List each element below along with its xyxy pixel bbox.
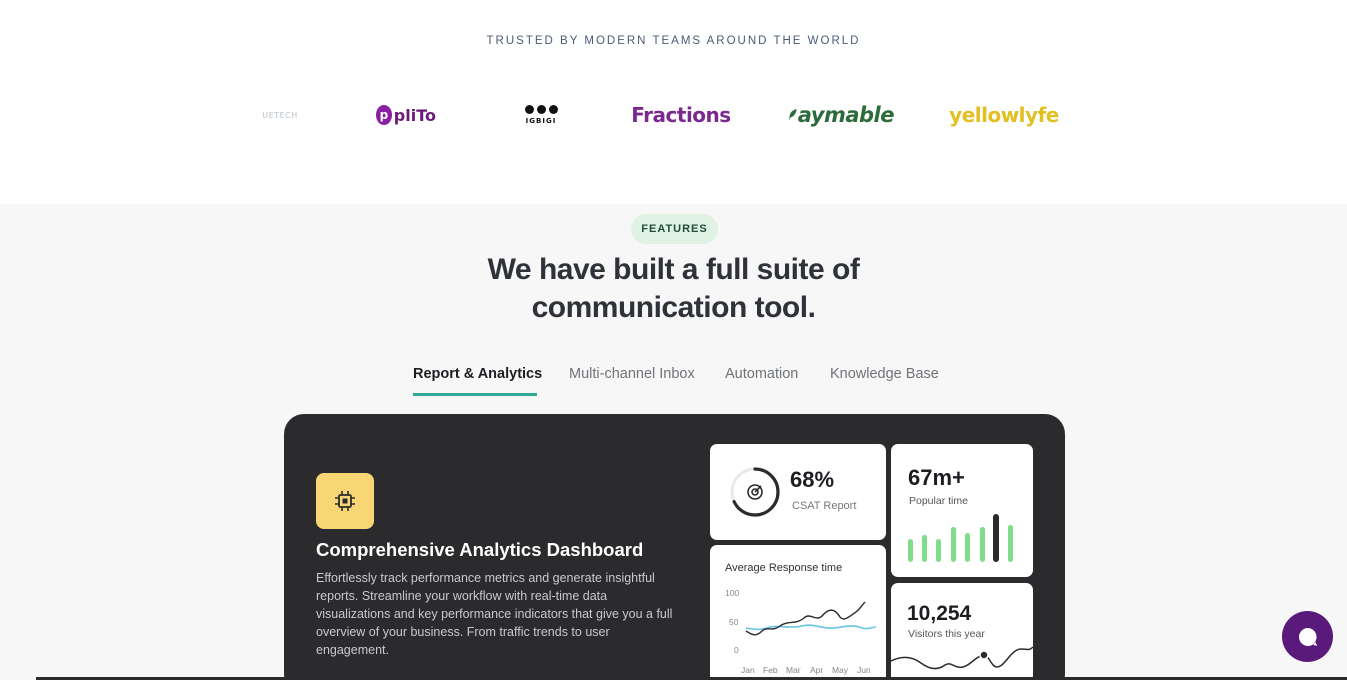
y-tick: 0 [734,645,739,655]
tab-report-analytics[interactable]: Report & Analytics [413,366,542,396]
popular-bar [908,539,913,562]
popular-bar [1008,525,1013,562]
response-series-dark [745,601,866,636]
logo-pplito: p pliTo [376,95,436,135]
popular-bar-highlight [993,514,999,562]
x-tick: May [832,665,849,675]
logo-yellowlyfe-text: yellowlyfe [949,103,1059,127]
csat-ring [730,467,780,517]
csat-value: 68% [790,467,835,492]
chip-icon [335,491,355,511]
popular-bar [922,535,927,562]
logo-pplito-text: pliTo [393,105,436,125]
response-title: Average Response time [725,562,843,574]
chat-bubble-icon [1298,627,1317,646]
features-section: FEATURES We have built a full suite of c… [0,204,1347,680]
visitors-tile: 10,254 Visitors this year [891,583,1033,680]
card-description: Effortlessly track performance metrics a… [316,571,673,657]
card-title: Comprehensive Analytics Dashboard [316,539,644,560]
trusted-title: TRUSTED BY MODERN TEAMS AROUND THE WORLD [486,35,861,47]
x-tick: Mar [786,665,801,675]
logo-uetech: UETECH [250,95,310,135]
logo-igbigi-text: IGBIGI [525,117,557,125]
x-tick: Jun [857,665,871,675]
page: TRUSTED BY MODERN TEAMS AROUND THE WORLD… [0,0,1347,680]
pplito-mark-icon: p [376,105,392,125]
response-line-chart: 100 50 0 Jan Feb Mar Apr May Jun [725,588,877,675]
x-tick: Feb [763,665,778,675]
visitors-point [979,650,989,660]
csat-tile: 68% CSAT Report [710,444,886,540]
response-time-tile: Average Response time 100 50 0 Jan Feb M… [710,545,886,680]
features-headline: We have built a full suite of communicat… [0,251,1347,327]
logo-yellowlyfe: yellowlyfe [949,95,1059,135]
logo-igbigi: IGBIGI [514,95,568,135]
tab-automation[interactable]: Automation [725,366,805,396]
logo-uetech-text: UETECH [262,110,298,120]
logo-fractions-text: Fractions [631,103,731,127]
logo-fractions: Fractions [631,95,731,135]
popular-bar [965,533,970,562]
x-tick: Jan [741,665,755,675]
analytics-card: Comprehensive Analytics Dashboard Effort… [284,414,1065,680]
chip-icon-box [316,473,374,529]
headline-line-1: We have built a full suite of [487,253,860,286]
popular-label: Popular time [909,495,968,507]
target-icon [747,484,763,500]
csat-label: CSAT Report [792,500,857,512]
x-tick: Apr [810,665,823,675]
tab-knowledge-base[interactable]: Knowledge Base [830,366,940,396]
features-badge: FEATURES [631,214,718,244]
chat-launcher-button[interactable] [1282,611,1333,662]
y-tick: 100 [725,588,739,598]
visitors-value: 10,254 [907,602,972,625]
igbigi-mark-icon [524,105,558,114]
tab-multi-channel-inbox[interactable]: Multi-channel Inbox [569,366,699,396]
popular-bar-chart [908,514,1013,562]
popular-time-tile: 67m+ Popular time [891,444,1033,577]
feature-tabs: Report & Analytics Multi-channel Inbox A… [0,366,1347,396]
popular-bar [936,539,941,562]
popular-bar [980,527,985,562]
logo-paymable-text: aymable [797,103,895,127]
y-tick: 50 [729,617,739,627]
headline-line-2: communication tool. [531,291,816,324]
popular-value: 67m+ [908,465,965,490]
visitors-sparkline [891,646,1033,670]
paymable-leaf-icon [789,109,797,121]
popular-bar [951,527,956,562]
trusted-section: TRUSTED BY MODERN TEAMS AROUND THE WORLD… [0,0,1347,204]
logo-paymable: aymable [788,95,895,135]
